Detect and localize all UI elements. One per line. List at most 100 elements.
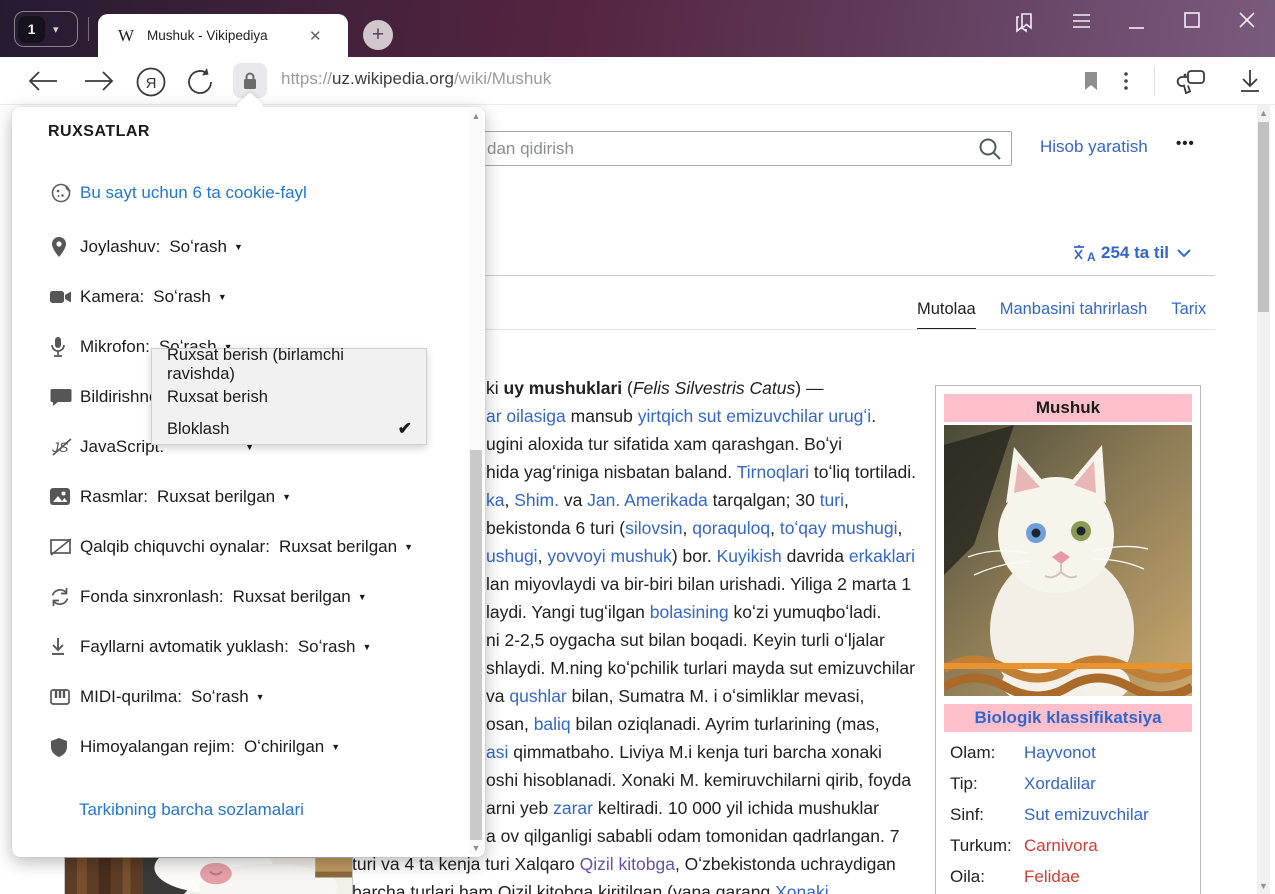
search-input[interactable]: dan qidirish [480, 131, 1012, 166]
cookies-link[interactable]: Bu sayt uchun 6 ta cookie-fayl [80, 183, 307, 203]
menu-item[interactable]: Ruxsat berish (birlamchi ravishda) [152, 349, 426, 381]
scroll-up-icon[interactable]: ▲ [469, 111, 483, 121]
permission-value-dropdown[interactable]: Ruxsat berilgan▼ [279, 537, 413, 557]
taxon-link[interactable]: Felidae [1024, 867, 1080, 887]
article-text-segment: . [871, 406, 876, 426]
reload-icon[interactable] [186, 67, 216, 97]
scroll-down-icon[interactable]: ▼ [469, 843, 483, 853]
downloads-icon[interactable] [1238, 68, 1262, 95]
permission-value-dropdown[interactable]: Soʻrash▼ [169, 237, 243, 257]
menu-item[interactable]: Bloklash✔ [152, 413, 426, 445]
search-icon[interactable] [977, 136, 1003, 162]
cat-photo-bottom[interactable] [64, 857, 353, 894]
taxon-link[interactable]: Carnivora [1024, 836, 1098, 856]
permission-value-dropdown[interactable]: Soʻrash▼ [298, 637, 372, 657]
javascript-permission-menu: Ruxsat berish (birlamchi ravishda)Ruxsat… [151, 348, 427, 445]
article-link[interactable]: Shim. [514, 490, 559, 510]
permission-row: Joylashuv:Soʻrash▼ [12, 227, 467, 267]
tab-groups-button[interactable]: 1 ▾ [14, 11, 78, 47]
extensions-icon[interactable] [1176, 68, 1208, 96]
browser-tab[interactable]: W Mushuk - Vikipediya ✕ [98, 14, 348, 57]
article-text-segment: bekistonda 6 turi ( [486, 518, 625, 538]
article-link[interactable]: qoraquloq [692, 518, 770, 538]
permission-row: Rasmlar:Ruxsat berilgan▼ [12, 477, 467, 517]
microphone-icon [50, 336, 72, 358]
maximize-icon[interactable] [1183, 10, 1201, 30]
article-text-segment: bilan oziqlanadi. Ayrim turlarining (mas… [571, 714, 880, 734]
svg-text:A: A [1087, 250, 1096, 263]
tab-close-icon[interactable]: ✕ [309, 27, 322, 45]
forward-icon[interactable] [82, 67, 116, 95]
bookmarks-panel-icon[interactable] [1013, 10, 1039, 34]
article-link[interactable]: yovvoyi mushuk [547, 546, 672, 566]
tab-tarix[interactable]: Tarix [1171, 300, 1206, 330]
menu-icon[interactable] [1072, 11, 1092, 31]
article-link[interactable]: baliq [534, 714, 571, 734]
yandex-icon[interactable]: Я [135, 66, 167, 98]
article-text-segment: , [683, 518, 693, 538]
address-bar[interactable]: https://uz.wikipedia.org/wiki/Mushuk [281, 69, 551, 89]
scrollbar-thumb[interactable] [470, 450, 482, 840]
article-link[interactable]: ushugi [486, 546, 538, 566]
page-scrollbar[interactable]: ▲ ▼ [1257, 105, 1270, 894]
scroll-down-icon[interactable]: ▼ [1257, 881, 1270, 891]
bookmark-icon[interactable] [1082, 70, 1100, 92]
tab-mutolaa[interactable]: Mutolaa [917, 300, 976, 330]
article-link[interactable]: toʻqay mushugi [780, 518, 898, 538]
taxon-link[interactable]: Xordalilar [1024, 774, 1096, 794]
dropdown-caret-icon: ▼ [218, 292, 227, 302]
article-link[interactable]: qushlar [509, 686, 566, 706]
menu-item-label: Bloklash [167, 420, 229, 439]
article-link[interactable]: Qizil kitobga [580, 854, 675, 874]
article-link[interactable]: ka [486, 490, 504, 510]
scrollbar-thumb[interactable] [1258, 122, 1269, 312]
cookie-icon [50, 182, 72, 204]
article-text-segment: arni yeb [486, 798, 553, 818]
article-link[interactable]: turi [820, 490, 844, 510]
more-options-icon[interactable] [1120, 70, 1132, 92]
article-link[interactable]: silovsin [625, 518, 682, 538]
article-link[interactable]: erkaklari [849, 546, 915, 566]
new-tab-button[interactable]: + [363, 20, 393, 50]
article-line: ar oilasiga mansub yirtqich sut emizuvch… [486, 406, 876, 427]
content-settings-link[interactable]: Tarkibning barcha sozlamalari [79, 800, 304, 820]
article-text-segment: ki [486, 378, 504, 398]
article-link[interactable]: bolasining [650, 602, 729, 622]
tab-title: Mushuk - Vikipediya [147, 28, 307, 43]
taxon-link[interactable]: Sut emizuvchilar [1024, 805, 1149, 825]
camera-icon [50, 286, 72, 308]
language-count: 254 ta til [1101, 243, 1169, 263]
permission-value-dropdown[interactable]: Soʻrash▼ [191, 687, 265, 707]
create-account-link[interactable]: Hisob yaratish [1040, 137, 1148, 157]
panel-scrollbar[interactable]: ▲ ▼ [469, 109, 483, 855]
permission-value-dropdown[interactable]: Oʻchirilgan▼ [244, 737, 340, 757]
article-link[interactable]: yirtqich sut emizuvchilar urugʻi [638, 406, 871, 426]
kitten-photo[interactable] [944, 425, 1192, 696]
scroll-up-icon[interactable]: ▲ [1257, 108, 1270, 118]
divider [88, 17, 89, 41]
article-text-segment: uy mushuklari [504, 378, 623, 398]
back-icon[interactable] [26, 67, 60, 95]
article-line: va qushlar bilan, Sumatra M. i oʻsimlikl… [486, 686, 864, 707]
permission-value-dropdown[interactable]: Ruxsat berilgan▼ [157, 487, 291, 507]
article-link[interactable]: Jan. Amerikada [587, 490, 708, 510]
close-window-icon[interactable] [1237, 10, 1257, 30]
article-link[interactable]: Tirnoqlari [737, 462, 809, 482]
divider [460, 329, 1215, 330]
article-text-segment: ugini aloxida tur sifatida xam qarashgan… [486, 434, 842, 454]
page-more-menu[interactable]: ••• [1176, 135, 1195, 152]
tab-manbasini-tahrirlash[interactable]: Manbasini tahrirlash [1000, 300, 1148, 330]
dropdown-caret-icon: ▼ [256, 692, 265, 702]
article-text-segment: bilan, Sumatra M. i oʻsimliklar mevasi, [567, 686, 865, 706]
article-link[interactable]: ar oilasiga [486, 406, 566, 426]
article-link[interactable]: Xonaki [775, 882, 829, 894]
permission-value-dropdown[interactable]: Ruxsat berilgan▼ [233, 587, 367, 607]
language-selector[interactable]: A 254 ta til [1072, 243, 1192, 263]
permission-value-dropdown[interactable]: Soʻrash▼ [153, 287, 227, 307]
article-link[interactable]: zarar [553, 798, 593, 818]
menu-item[interactable]: Ruxsat berish [152, 381, 426, 413]
minimize-icon[interactable] [1128, 11, 1146, 31]
article-link[interactable]: Kuyikish [717, 546, 782, 566]
article-link[interactable]: asi [486, 742, 508, 762]
taxon-link[interactable]: Hayvonot [1024, 743, 1096, 763]
